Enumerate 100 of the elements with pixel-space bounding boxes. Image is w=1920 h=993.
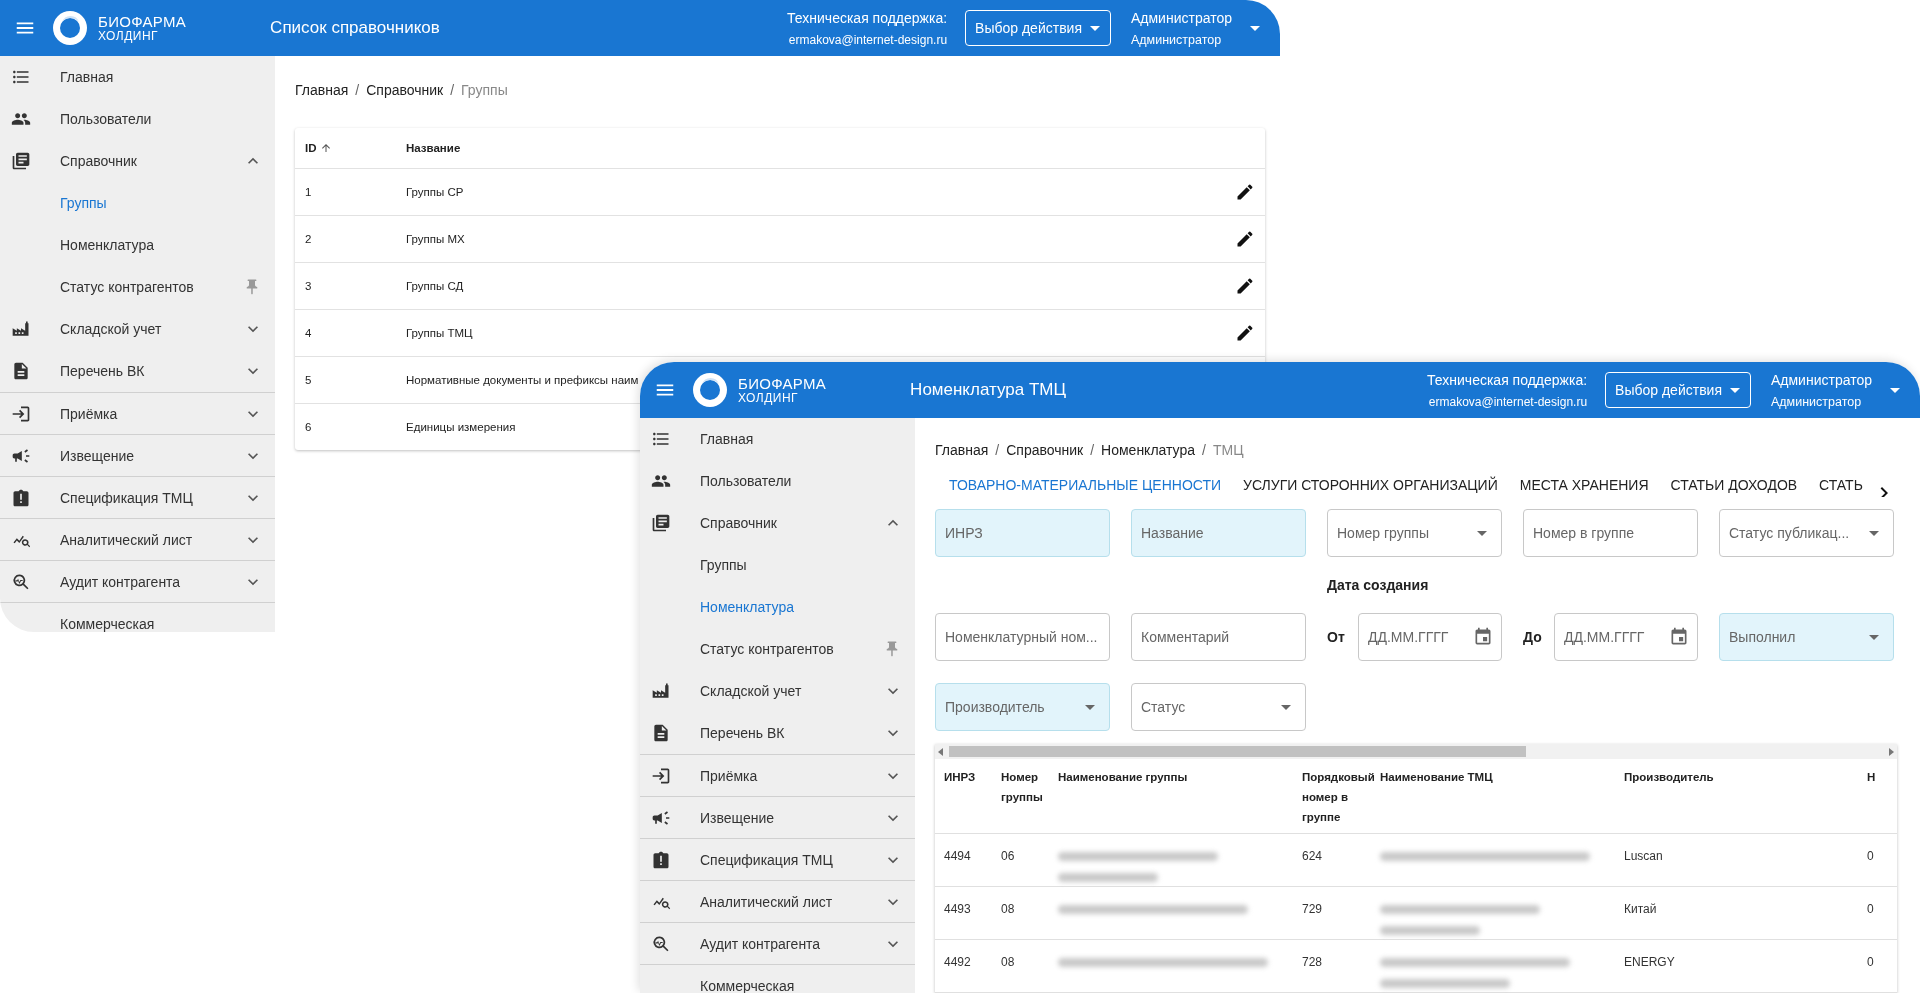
sidebar-item[interactable]: Главная: [60, 69, 114, 85]
sidebar-item[interactable]: Пользователи: [700, 473, 792, 489]
column-header[interactable]: Название: [406, 142, 461, 154]
dropdown-caret-icon: [1869, 530, 1879, 536]
table-cell: Группы ТМЦ: [406, 327, 473, 339]
column-header[interactable]: Производитель: [1624, 767, 1867, 827]
sidebar-item[interactable]: Справочник: [60, 153, 137, 169]
brand-subtitle: ХОЛДИНГ: [738, 392, 800, 404]
sidebar-item[interactable]: Спецификация ТМЦ: [60, 489, 193, 506]
date-label: До: [1523, 629, 1543, 645]
select-field[interactable]: Номер группы: [1327, 509, 1502, 557]
sidebar-item[interactable]: Номенклатура: [700, 599, 794, 615]
sidebar-item[interactable]: Складской учет: [60, 321, 162, 337]
sidebar-item[interactable]: Складской учет: [700, 683, 802, 699]
books-icon: [11, 151, 31, 171]
edit-icon[interactable]: [1235, 323, 1255, 343]
scroll-right-icon[interactable]: [1889, 748, 1894, 756]
document-icon: [11, 361, 31, 381]
factory-icon: [11, 319, 31, 339]
breadcrumb[interactable]: Справочник: [366, 82, 444, 98]
date-label: От: [1327, 629, 1346, 645]
edit-icon[interactable]: [1235, 229, 1255, 249]
table-cell-text: 4492: [943, 955, 972, 969]
input-field[interactable]: Номер в группе: [1523, 509, 1698, 557]
page-title: Номенклатура ТМЦ: [910, 380, 1067, 400]
sidebar-item[interactable]: Приёмка: [700, 767, 758, 784]
caret-icon[interactable]: [1890, 387, 1900, 393]
calendar-icon[interactable]: [1669, 627, 1689, 647]
sidebar-item[interactable]: Справочник: [700, 515, 777, 531]
sidebar-item[interactable]: Аналитический лист: [60, 531, 193, 548]
dropdown-caret-icon: [1869, 634, 1879, 640]
breadcrumb[interactable]: Номенклатура: [1101, 442, 1196, 458]
logo-icon: [52, 10, 88, 46]
column-header[interactable]: Порядковый номер в группе: [1302, 767, 1380, 827]
support-email[interactable]: ermakova@internet-design.ru: [788, 32, 948, 47]
column-header[interactable]: Наименование группы: [1058, 767, 1302, 827]
input-field[interactable]: Название: [1131, 509, 1306, 557]
breadcrumb[interactable]: Справочник: [1006, 442, 1084, 458]
sidebar-item[interactable]: Группы: [700, 557, 747, 573]
sidebar-item[interactable]: Номенклатура: [60, 237, 154, 253]
calendar-icon[interactable]: [1473, 627, 1493, 647]
tab[interactable]: ТОВАРНО-МАТЕРИАЛЬНЫЕ ЦЕННОСТИ: [949, 474, 1222, 497]
column-header[interactable]: Наименование ТМЦ: [1380, 767, 1624, 827]
sidebar-item[interactable]: Аналитический лист: [700, 893, 833, 910]
tab[interactable]: УСЛУГИ СТОРОННИХ ОРГАНИЗАЦИЙ: [1243, 474, 1498, 497]
sidebar-item[interactable]: Пользователи: [60, 111, 152, 127]
breadcrumb: ТМЦ: [1212, 442, 1244, 458]
column-header[interactable]: Н: [1867, 767, 1897, 827]
select-field[interactable]: Производитель: [935, 683, 1110, 731]
sidebar-item[interactable]: Аудит контрагента: [700, 935, 821, 952]
horizontal-scrollbar[interactable]: [935, 744, 1897, 759]
sidebar-item[interactable]: Аудит контрагента: [60, 573, 181, 590]
sidebar-item[interactable]: Спецификация ТМЦ: [700, 851, 833, 868]
sidebar-item[interactable]: Группы: [60, 195, 107, 211]
caret-icon[interactable]: [1250, 25, 1260, 31]
sidebar-item[interactable]: Статус контрагентов: [60, 279, 194, 295]
breadcrumb[interactable]: Главная: [295, 82, 349, 98]
sidebar-item[interactable]: Коммерческая: [60, 615, 155, 632]
dropdown-caret-icon: [1085, 704, 1095, 710]
scroll-left-icon[interactable]: [938, 748, 943, 756]
sidebar-item[interactable]: Перечень ВК: [700, 725, 785, 741]
column-header[interactable]: Номер группы: [1001, 767, 1058, 827]
table-cell: 1: [305, 186, 312, 198]
table-cell-text: Китай: [1624, 902, 1658, 916]
user-name: Администратор: [1771, 371, 1872, 388]
table-cell: Единицы измерения: [406, 421, 516, 433]
column-header[interactable]: ИНРЗ: [935, 767, 1001, 827]
sidebar-item[interactable]: Коммерческая: [700, 977, 795, 993]
tab[interactable]: МЕСТА ХРАНЕНИЯ: [1519, 474, 1649, 497]
table-cell: 3: [305, 280, 312, 292]
sidebar-item[interactable]: Главная: [700, 431, 754, 447]
sidebar-item[interactable]: Статус контрагентов: [700, 641, 834, 657]
table-cell: 5: [305, 374, 312, 386]
select-field[interactable]: Статус: [1131, 683, 1306, 731]
date-field[interactable]: ДД.ММ.ГГГГ: [1554, 613, 1698, 661]
input-field[interactable]: Комментарий: [1131, 613, 1306, 661]
edit-icon[interactable]: [1235, 276, 1255, 296]
sidebar-item[interactable]: Перечень ВК: [60, 363, 145, 379]
sidebar-item[interactable]: Извещение: [700, 809, 775, 826]
logo-icon: [692, 372, 728, 408]
breadcrumb-separator: /: [1090, 442, 1095, 458]
breadcrumb-separator: /: [355, 82, 360, 98]
support-email[interactable]: ermakova@internet-design.ru: [1428, 394, 1588, 409]
action-dropdown[interactable]: Выбор действия: [1605, 372, 1751, 408]
table-cell-text: Luscan: [1624, 849, 1664, 863]
column-header[interactable]: ID: [305, 142, 317, 154]
select-field[interactable]: Статус публикац...: [1719, 509, 1894, 557]
select-field[interactable]: Выполнил: [1719, 613, 1894, 661]
breadcrumb[interactable]: Главная: [935, 442, 989, 458]
table-cell-text: 4494: [943, 849, 972, 863]
tab[interactable]: СТАТЬИ ДОХОДОВ: [1670, 474, 1798, 497]
action-dropdown[interactable]: Выбор действия: [965, 10, 1111, 46]
edit-icon[interactable]: [1235, 182, 1255, 202]
sidebar-item[interactable]: Извещение: [60, 447, 135, 464]
sidebar-item[interactable]: Приёмка: [60, 405, 118, 422]
tab[interactable]: СТАТЬ: [1819, 474, 1863, 497]
clipboard-alert-icon: [11, 487, 31, 508]
input-field[interactable]: ИНРЗ: [935, 509, 1110, 557]
date-field[interactable]: ДД.ММ.ГГГГ: [1358, 613, 1502, 661]
input-field[interactable]: Номенклатурный ном...: [935, 613, 1110, 661]
